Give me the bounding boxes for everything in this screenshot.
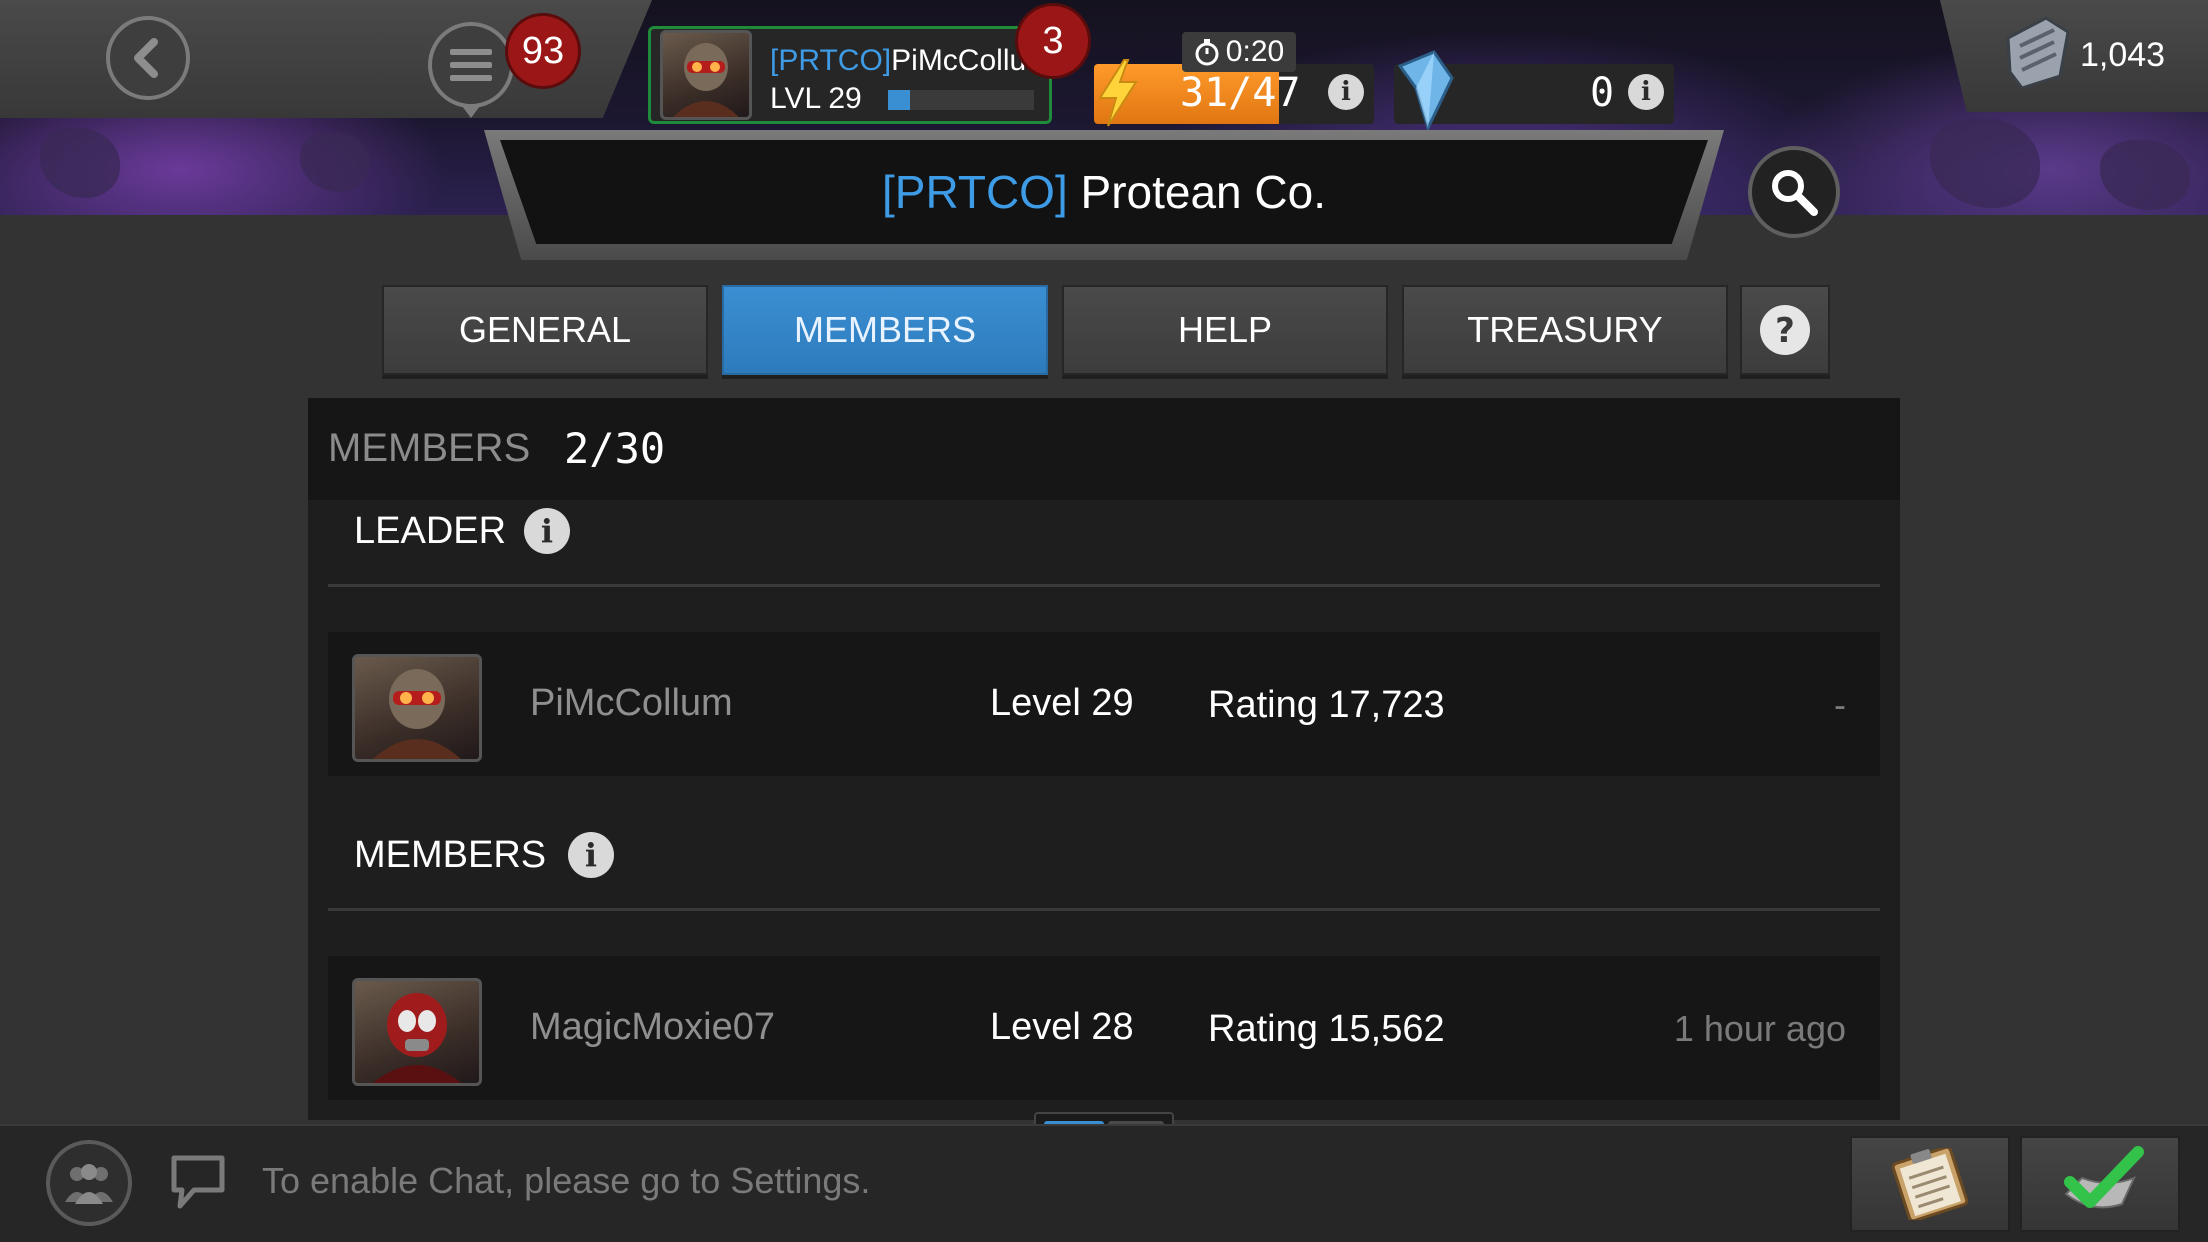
player-badge: 3 (1018, 6, 1088, 76)
members-section-title: MEMBERS (354, 834, 547, 876)
svg-text:?: ? (1775, 311, 1795, 351)
alliance-tag: [PRTCO] (882, 166, 1068, 218)
player-alliance-tag: [PRTCO] (770, 44, 892, 77)
main-menu-button[interactable] (428, 22, 514, 108)
ant-man-portrait-icon (373, 993, 461, 1083)
crystal-info-icon[interactable]: i (1628, 74, 1664, 110)
alliance-name: Protean Co. (1080, 166, 1326, 218)
energy-timer-text: 0:20 (1225, 35, 1285, 68)
search-button[interactable] (1748, 146, 1840, 238)
tab-treasury[interactable]: TREASURY (1402, 285, 1728, 375)
player-avatar[interactable] (660, 30, 752, 120)
star-lord-portrait-icon (373, 669, 461, 759)
energy-timer: 0:20 (1182, 32, 1296, 72)
member-name: PiMcCollum (530, 682, 733, 724)
checkmark-icon (2064, 1146, 2144, 1209)
members-info-icon[interactable]: i (568, 832, 614, 878)
member-level: Level 29 (990, 682, 1134, 724)
player-level: LVL 29 (770, 82, 862, 115)
tab-members[interactable]: MEMBERS (722, 285, 1048, 375)
player-name-line: [PRTCO]PiMcCollum (770, 44, 1038, 78)
chat-disabled-message: To enable Chat, please go to Settings. (262, 1160, 871, 1201)
energy-value: 31/47 (1180, 70, 1301, 116)
member-rating: Rating 15,562 (1208, 1008, 1445, 1050)
objectives-button[interactable] (2020, 1136, 2180, 1232)
member-last-seen: 1 hour ago (1673, 1008, 1846, 1049)
member-last-seen: - (1834, 684, 1846, 725)
divider (328, 908, 1880, 911)
space-rock (1930, 118, 2040, 208)
member-avatar (352, 978, 482, 1086)
energy-info-icon[interactable]: i (1328, 74, 1364, 110)
player-name: PiMcCollum (891, 44, 1038, 77)
members-panel-header (308, 398, 1900, 500)
leader-section-title: LEADER (354, 510, 507, 552)
space-rock (2100, 140, 2190, 210)
clipboard-icon (1891, 1148, 1969, 1220)
alliance-group-icon (65, 1164, 113, 1204)
menu-icon (450, 49, 492, 81)
member-name: MagicMoxie07 (530, 1006, 775, 1048)
crystal-value: 0 (1590, 70, 1615, 116)
alliance-chat-button[interactable] (46, 1140, 132, 1226)
space-rock (40, 128, 120, 198)
members-panel-title: MEMBERS (328, 426, 531, 470)
notifications-badge: 93 (508, 16, 578, 86)
xp-bar (888, 90, 1034, 110)
tab-general[interactable]: GENERAL (382, 285, 708, 375)
units-icon (2006, 16, 2070, 90)
chat-bubble-icon[interactable] (168, 1150, 228, 1214)
help-button[interactable]: ? (1740, 285, 1830, 375)
member-level: Level 28 (990, 1006, 1134, 1048)
divider (328, 584, 1880, 587)
units-value: 1,043 (2080, 36, 2166, 74)
alliance-banner: [PRTCO] Protean Co. (500, 140, 1708, 244)
menu-caret-icon (462, 106, 480, 118)
crystal-shard-icon (1397, 50, 1454, 132)
xp-bar-fill (888, 90, 910, 110)
members-count: 2/30 (564, 424, 666, 473)
help-icon: ? (1760, 305, 1810, 355)
quests-button[interactable] (1850, 1136, 2010, 1232)
back-button[interactable] (106, 16, 190, 100)
search-icon (1772, 170, 1818, 216)
member-avatar (352, 654, 482, 762)
tab-help[interactable]: HELP (1062, 285, 1388, 375)
star-lord-portrait-icon (673, 43, 739, 117)
timer-icon (1195, 39, 1219, 66)
back-arrow-icon (134, 38, 158, 78)
space-rock (300, 132, 370, 192)
leader-info-icon[interactable]: i (524, 508, 570, 554)
lightning-icon (1098, 59, 1138, 127)
member-rating: Rating 17,723 (1208, 684, 1445, 726)
